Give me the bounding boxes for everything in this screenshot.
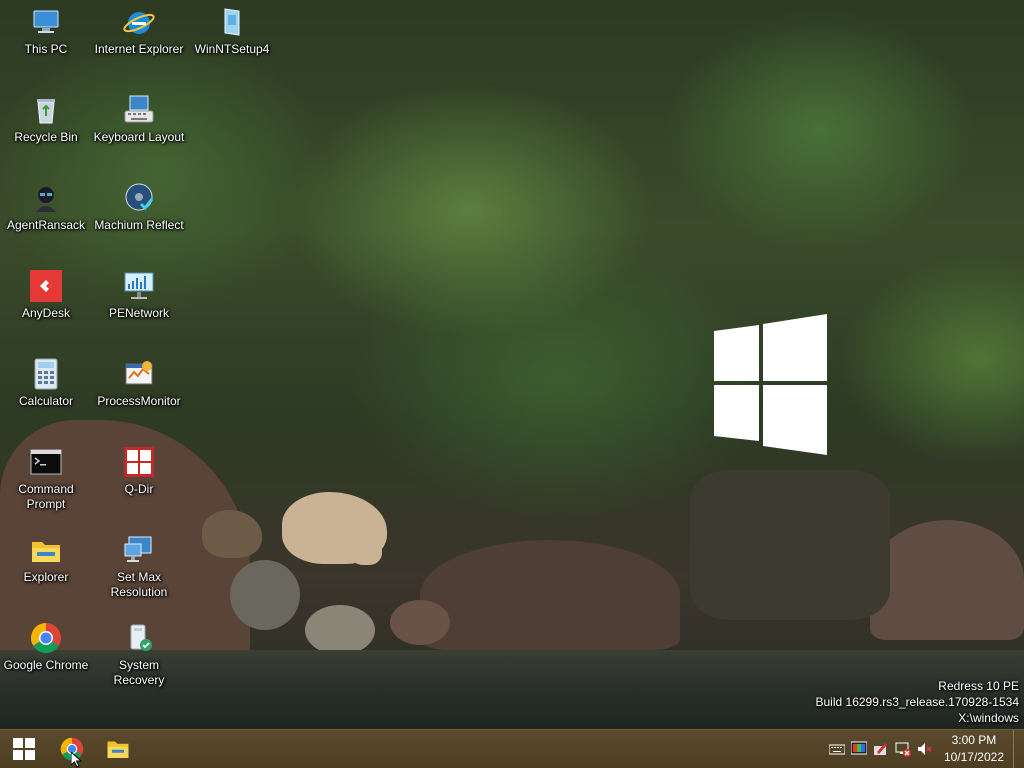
start-button[interactable] bbox=[2, 730, 46, 768]
mouse-cursor-icon bbox=[71, 752, 83, 768]
desktop-icon-label: Set Max Resolution bbox=[110, 570, 168, 599]
desktop-icon-internet-explorer[interactable]: Internet Explorer bbox=[93, 6, 185, 57]
desktop-icon-explorer[interactable]: Explorer bbox=[0, 534, 92, 585]
taskbar: 3:00 PM 10/17/2022 bbox=[0, 729, 1024, 768]
network-icon bbox=[123, 270, 155, 302]
desktop-icon-google-chrome[interactable]: Google Chrome bbox=[0, 622, 92, 673]
desktop-icon-label: ProcessMonitor bbox=[97, 394, 181, 408]
desktop-icon-system-recovery[interactable]: System Recovery bbox=[93, 622, 185, 688]
build-info-overlay: Redress 10 PE Build 16299.rs3_release.17… bbox=[816, 678, 1020, 726]
clock-time: 3:00 PM bbox=[951, 733, 997, 747]
desktop-icon-label: Machium Reflect bbox=[94, 218, 184, 232]
windows-path-text: X:\windows bbox=[958, 711, 1019, 725]
q-dir-icon bbox=[123, 446, 155, 478]
internet-explorer-icon bbox=[123, 6, 155, 38]
system-recovery-icon bbox=[123, 622, 155, 654]
desktop-icon-penetwork[interactable]: PENetwork bbox=[93, 270, 185, 321]
desktop-icon-label: Internet Explorer bbox=[94, 42, 184, 56]
desktop-icon-label: Recycle Bin bbox=[14, 130, 78, 144]
desktop-icon-label: AnyDesk bbox=[21, 306, 71, 320]
file-explorer-icon bbox=[107, 741, 129, 758]
desktop-icon-label: Keyboard Layout bbox=[93, 130, 185, 144]
clock-date: 10/17/2022 bbox=[943, 750, 1004, 764]
desktop-icon-label: AgentRansack bbox=[6, 218, 86, 232]
desktop-icon-label: Google Chrome bbox=[3, 658, 89, 672]
desktop-icon-keyboard-layout[interactable]: Keyboard Layout bbox=[93, 94, 185, 145]
anydesk-icon bbox=[30, 270, 62, 302]
desktop-icon-anydesk[interactable]: AnyDesk bbox=[0, 270, 92, 321]
desktop-icon-label: Q-Dir bbox=[124, 482, 154, 496]
desktop-icon-label: Command Prompt bbox=[18, 482, 74, 511]
desktop-icon-this-pc[interactable]: This PC bbox=[0, 6, 92, 57]
agent-ransack-icon bbox=[30, 182, 62, 214]
macrium-reflect-icon bbox=[123, 182, 155, 214]
keyboard-icon[interactable] bbox=[828, 741, 846, 757]
network-disconnected-icon[interactable] bbox=[895, 741, 911, 757]
build-number-text: Build 16299.rs3_release.170928-1534 bbox=[815, 695, 1020, 709]
display-icon[interactable] bbox=[850, 741, 868, 757]
desktop-icon-processmonitor[interactable]: ProcessMonitor bbox=[93, 358, 185, 409]
desktop-icon-agentransack[interactable]: AgentRansack bbox=[0, 182, 92, 233]
display-settings-icon bbox=[123, 534, 155, 566]
system-tray bbox=[826, 730, 936, 768]
desktop-icon-label: WinNTSetup4 bbox=[194, 42, 270, 56]
desktop-icon-recycle-bin[interactable]: Recycle Bin bbox=[0, 94, 92, 145]
desktop-icon-calculator[interactable]: Calculator bbox=[0, 358, 92, 409]
computer-icon bbox=[30, 6, 62, 38]
calculator-icon bbox=[30, 358, 62, 390]
show-desktop-button[interactable] bbox=[1013, 730, 1024, 768]
process-monitor-icon bbox=[123, 358, 155, 390]
desktop-icon-command-prompt[interactable]: Command Prompt bbox=[0, 446, 92, 512]
desktop-icon-macrium-reflect[interactable]: Machium Reflect bbox=[93, 182, 185, 233]
windows-logo-watermark bbox=[714, 314, 827, 455]
desktop-icon-label: Calculator bbox=[18, 394, 74, 408]
desktop-icon-label: System Recovery bbox=[113, 658, 165, 687]
build-edition-text: Redress 10 PE bbox=[938, 679, 1019, 693]
taskbar-file-explorer-button[interactable] bbox=[96, 730, 140, 768]
tool-icon[interactable] bbox=[873, 741, 889, 757]
command-prompt-icon bbox=[30, 446, 62, 478]
desktop-icon-q-dir[interactable]: Q-Dir bbox=[93, 446, 185, 497]
desktop-icon-set-max-resolution[interactable]: Set Max Resolution bbox=[93, 534, 185, 600]
desktop-icon-label: This PC bbox=[24, 42, 68, 56]
keyboard-layout-icon bbox=[123, 94, 155, 126]
desktop-icon-label: PENetwork bbox=[108, 306, 170, 320]
volume-muted-icon[interactable] bbox=[917, 741, 933, 757]
desktop-icon-winntsetup4[interactable]: WinNTSetup4 bbox=[186, 6, 278, 57]
folder-icon bbox=[30, 534, 62, 566]
setup-disk-icon bbox=[216, 6, 248, 38]
taskbar-clock[interactable]: 3:00 PM 10/17/2022 bbox=[944, 732, 1004, 766]
desktop-icon-label: Explorer bbox=[23, 570, 69, 584]
chrome-icon bbox=[30, 622, 62, 654]
windows-logo-icon bbox=[13, 738, 35, 760]
recycle-bin-icon bbox=[30, 94, 62, 126]
